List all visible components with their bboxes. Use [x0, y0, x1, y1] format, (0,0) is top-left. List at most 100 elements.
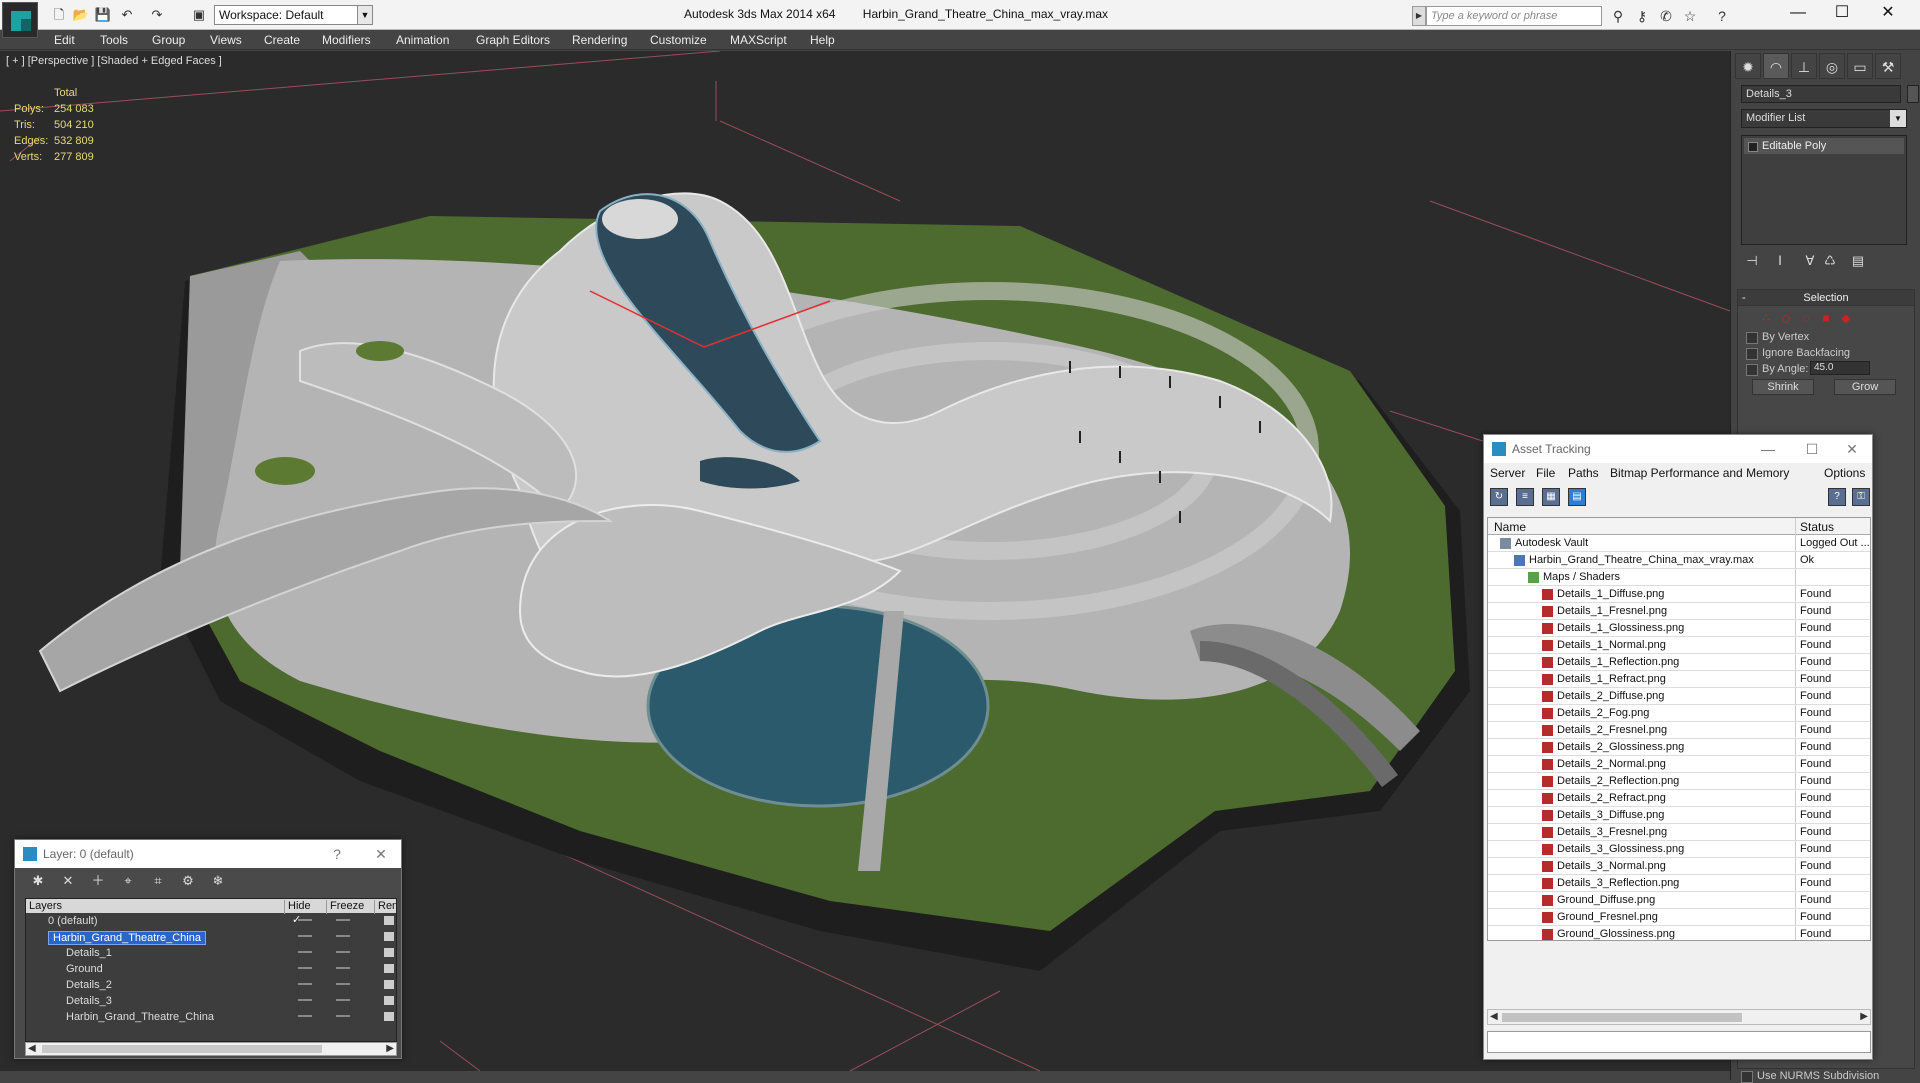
- select-objects-icon[interactable]: ⌖: [119, 872, 137, 890]
- pin-stack-icon[interactable]: ⊣: [1741, 251, 1763, 271]
- close-button[interactable]: ✕: [1866, 0, 1910, 28]
- column-header-render[interactable]: Renc: [374, 900, 396, 914]
- table-row[interactable]: Details_1_Reflection.png Found: [1488, 654, 1870, 671]
- table-row[interactable]: Details_3_Reflection.png Found: [1488, 875, 1870, 892]
- column-header-status[interactable]: Status: [1800, 520, 1834, 534]
- table-row[interactable]: Ground_Glossiness.png Found: [1488, 926, 1870, 940]
- scroll-thumb[interactable]: [42, 1045, 322, 1053]
- table-view-icon[interactable]: ▤: [1568, 488, 1586, 506]
- scroll-left-icon[interactable]: ◀: [1490, 1011, 1498, 1022]
- search-input[interactable]: Type a keyword or phrase: [1426, 6, 1602, 26]
- refresh-icon[interactable]: ↻: [1490, 488, 1508, 506]
- app-logo-button[interactable]: [2, 2, 38, 38]
- asset-path-field[interactable]: [1487, 1031, 1871, 1053]
- display-icon[interactable]: ▭: [1847, 53, 1873, 79]
- list-view-icon[interactable]: ≡: [1516, 488, 1534, 506]
- layer-row[interactable]: Ground: [26, 961, 396, 977]
- table-row[interactable]: Details_2_Fresnel.png Found: [1488, 722, 1870, 739]
- table-row[interactable]: Details_2_Fog.png Found: [1488, 705, 1870, 722]
- hierarchy-icon[interactable]: ⊥: [1791, 53, 1817, 79]
- hide-toggle[interactable]: [298, 999, 312, 1001]
- layer-row[interactable]: Details_2: [26, 977, 396, 993]
- chevron-down-icon[interactable]: ▼: [1890, 110, 1906, 127]
- table-row[interactable]: Details_1_Fresnel.png Found: [1488, 603, 1870, 620]
- scroll-left-icon[interactable]: ◀: [28, 1043, 36, 1054]
- angle-spinner[interactable]: 45.0: [1810, 361, 1870, 375]
- edge-mode-icon[interactable]: ◇: [1778, 310, 1794, 326]
- table-row[interactable]: Details_3_Normal.png Found: [1488, 858, 1870, 875]
- help-icon[interactable]: ?: [1712, 6, 1732, 26]
- border-mode-icon[interactable]: ◌: [1798, 310, 1814, 326]
- project-icon[interactable]: ▣: [190, 6, 208, 24]
- table-row[interactable]: Details_1_Diffuse.png Found: [1488, 586, 1870, 603]
- delete-layer-icon[interactable]: ✕: [59, 872, 77, 890]
- layer-row[interactable]: Harbin_Grand_Theatre_China: [26, 1009, 396, 1025]
- table-row[interactable]: Details_2_Normal.png Found: [1488, 756, 1870, 773]
- minimize-button[interactable]: —: [1776, 0, 1820, 28]
- menu-customize[interactable]: Customize: [650, 33, 707, 47]
- motion-icon[interactable]: ◎: [1819, 53, 1845, 79]
- freeze-toggle[interactable]: [336, 951, 350, 953]
- scroll-right-icon[interactable]: ▶: [386, 1043, 394, 1054]
- menu-paths[interactable]: Paths: [1568, 466, 1599, 480]
- render-toggle-icon[interactable]: [384, 980, 394, 989]
- by-vertex-checkbox[interactable]: By Vertex: [1746, 330, 1916, 344]
- favorites-icon[interactable]: ☆: [1680, 6, 1700, 26]
- minimize-button[interactable]: —: [1756, 439, 1780, 459]
- modify-icon[interactable]: ◠: [1763, 53, 1789, 79]
- table-row[interactable]: Details_2_Refract.png Found: [1488, 790, 1870, 807]
- table-row[interactable]: Details_1_Refract.png Found: [1488, 671, 1870, 688]
- layer-row[interactable]: Details_1: [26, 945, 396, 961]
- element-mode-icon[interactable]: ◆: [1838, 310, 1854, 326]
- menu-animation[interactable]: Animation: [396, 33, 449, 47]
- render-toggle-icon[interactable]: [384, 1012, 394, 1021]
- table-row[interactable]: Details_2_Diffuse.png Found: [1488, 688, 1870, 705]
- remove-modifier-icon[interactable]: ♺: [1819, 251, 1841, 271]
- close-button[interactable]: ✕: [369, 844, 393, 864]
- table-row[interactable]: Autodesk Vault Logged Out ...: [1488, 535, 1870, 552]
- highlight-layer-icon[interactable]: ⌗: [149, 872, 167, 890]
- column-header-freeze[interactable]: Freeze: [326, 900, 364, 914]
- layer-horizontal-scrollbar[interactable]: ◀ ▶: [25, 1042, 397, 1056]
- maximize-button[interactable]: ☐: [1800, 439, 1824, 459]
- table-row[interactable]: Ground_Fresnel.png Found: [1488, 909, 1870, 926]
- keys-icon[interactable]: ⚷: [1632, 6, 1652, 26]
- layer-row[interactable]: Harbin_Grand_Theatre_China: [26, 929, 396, 945]
- create-icon[interactable]: ✹: [1735, 53, 1761, 79]
- table-row[interactable]: Details_1_Normal.png Found: [1488, 637, 1870, 654]
- new-icon[interactable]: 🗋: [50, 6, 68, 24]
- close-button[interactable]: ✕: [1840, 439, 1864, 459]
- vault-help-icon[interactable]: ⚿: [1852, 488, 1870, 506]
- menu-server[interactable]: Server: [1490, 466, 1525, 480]
- menu-group[interactable]: Group: [152, 33, 185, 47]
- menu-help[interactable]: Help: [810, 33, 835, 47]
- table-row[interactable]: Details_3_Fresnel.png Found: [1488, 824, 1870, 841]
- layer-name[interactable]: 0 (default): [48, 915, 98, 927]
- menu-bitmap-performance[interactable]: Bitmap Performance and Memory: [1610, 466, 1789, 480]
- freeze-toggle[interactable]: [336, 935, 350, 937]
- menu-maxscript[interactable]: MAXScript: [730, 33, 787, 47]
- render-toggle-icon[interactable]: [384, 948, 394, 957]
- communication-icon[interactable]: ✆: [1656, 6, 1676, 26]
- hide-toggle[interactable]: [298, 967, 312, 969]
- ignore-backfacing-checkbox[interactable]: Ignore Backfacing: [1746, 346, 1916, 360]
- configure-modifier-sets-icon[interactable]: ▤: [1847, 251, 1869, 271]
- menu-views[interactable]: Views: [210, 33, 242, 47]
- freeze-all-icon[interactable]: ❄: [209, 872, 227, 890]
- selection-rollout-header[interactable]: - Selection: [1738, 290, 1914, 306]
- menu-options[interactable]: Options: [1824, 466, 1865, 480]
- make-unique-icon[interactable]: ∀: [1799, 251, 1821, 271]
- help-icon[interactable]: ?: [1828, 488, 1846, 506]
- binoculars-icon[interactable]: ⚲: [1608, 6, 1628, 26]
- asset-tracking-titlebar[interactable]: Asset Tracking — ☐ ✕: [1484, 435, 1872, 463]
- save-icon[interactable]: 💾: [94, 6, 112, 24]
- workspace-dropdown[interactable]: Workspace: Default ▼: [214, 5, 373, 25]
- vertex-mode-icon[interactable]: ∴: [1758, 310, 1774, 326]
- hide-toggle[interactable]: [298, 919, 312, 921]
- hide-toggle[interactable]: [298, 1015, 312, 1017]
- layer-row[interactable]: Details_3: [26, 993, 396, 1009]
- layer-name[interactable]: Harbin_Grand_Theatre_China: [66, 1011, 214, 1023]
- hide-all-icon[interactable]: ⚙: [179, 872, 197, 890]
- undo-icon[interactable]: ↶: [118, 6, 136, 24]
- thumbnail-view-icon[interactable]: ▦: [1542, 488, 1560, 506]
